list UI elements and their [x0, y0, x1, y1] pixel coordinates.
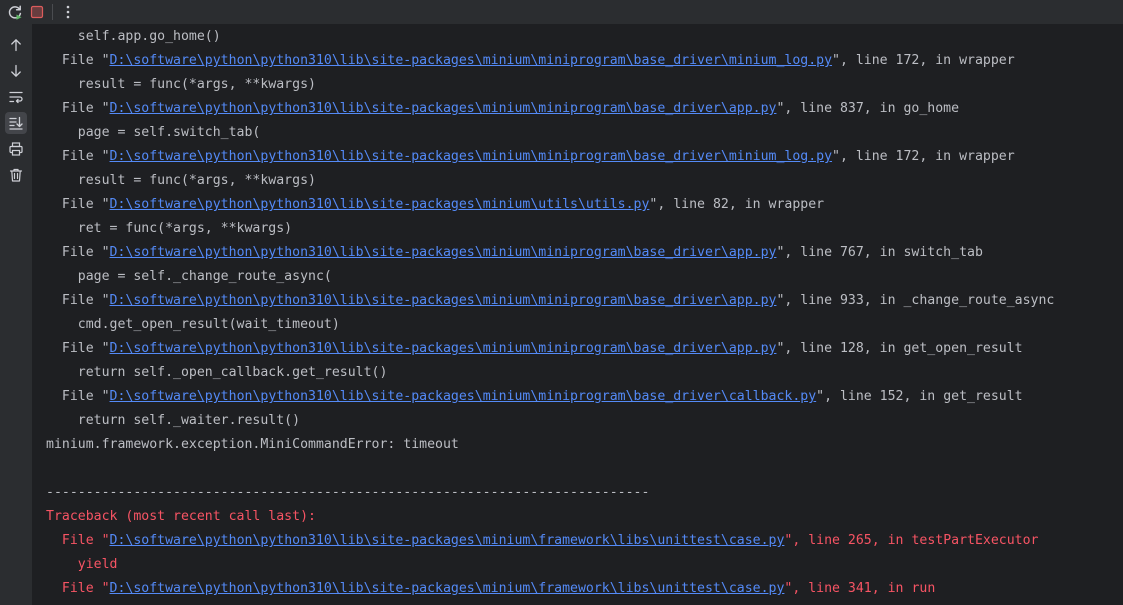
console-text: ", line 172, in wrapper [832, 149, 1015, 164]
console-text: yield [46, 557, 118, 572]
console-text: cmd.get_open_result(wait_timeout) [46, 317, 340, 332]
rerun-button[interactable] [4, 1, 26, 23]
soft-wrap-button[interactable] [5, 86, 27, 108]
console-text: ", line 837, in go_home [776, 101, 960, 116]
console-text: return self._open_callback.get_result() [46, 365, 388, 380]
file-path-link[interactable]: D:\software\python\python310\lib\site-pa… [110, 53, 833, 68]
console-text: File " [46, 341, 110, 356]
file-path-link[interactable]: D:\software\python\python310\lib\site-pa… [110, 197, 650, 212]
console-line: minium.framework.exception.MiniCommandEr… [46, 433, 1123, 457]
console-text: result = func(*args, **kwargs) [46, 173, 316, 188]
console-text: result = func(*args, **kwargs) [46, 77, 316, 92]
console-text: ", line 265, in testPartExecutor [784, 533, 1039, 548]
file-path-link[interactable]: D:\software\python\python310\lib\site-pa… [110, 149, 833, 164]
console-text: File " [46, 389, 110, 404]
console-line: page = self.switch_tab( [46, 121, 1123, 145]
console-line: return self._waiter.result() [46, 409, 1123, 433]
console-line: cmd.get_open_result(wait_timeout) [46, 313, 1123, 337]
console-sidebar [0, 24, 33, 605]
console-text: File " [46, 581, 110, 596]
console-text: page = self.switch_tab( [46, 125, 261, 140]
console-text: File " [46, 245, 110, 260]
console-line: File "D:\software\python\python310\lib\s… [46, 289, 1123, 313]
clear-all-button[interactable] [5, 164, 27, 186]
console-text: ----------------------------------------… [46, 485, 650, 500]
arrow-down-icon [11, 64, 21, 77]
file-path-link[interactable]: D:\software\python\python310\lib\site-pa… [110, 341, 777, 356]
console-line: File "D:\software\python\python310\lib\s… [46, 337, 1123, 361]
console-line: File "D:\software\python\python310\lib\s… [46, 145, 1123, 169]
console-line: self.app.go_home() [46, 25, 1123, 49]
stop-button[interactable] [26, 1, 48, 23]
console-text: ", line 341, in run [784, 581, 936, 596]
console-output[interactable]: self.app.go_home() File "D:\software\pyt… [46, 25, 1123, 605]
console-text: File " [46, 293, 110, 308]
up-stack-trace-button[interactable] [5, 34, 27, 56]
down-stack-trace-button[interactable] [5, 60, 27, 82]
console-text: ", line 172, in wrapper [832, 53, 1015, 68]
console-line: File "D:\software\python\python310\lib\s… [46, 385, 1123, 409]
file-path-link[interactable]: D:\software\python\python310\lib\site-pa… [110, 245, 777, 260]
console-text: File " [46, 533, 110, 548]
scroll-to-end-icon [9, 116, 23, 130]
console-error-line: Traceback (most recent call last): [46, 505, 1123, 529]
console-text: page = self._change_route_async( [46, 269, 332, 284]
console-text: minium.framework.exception.MiniCommandEr… [46, 437, 459, 452]
console-line: result = func(*args, **kwargs) [46, 73, 1123, 97]
console-text: ", line 128, in get_open_result [776, 341, 1023, 356]
console-line: ----------------------------------------… [46, 481, 1123, 505]
rerun-icon [8, 5, 22, 20]
stop-icon [30, 5, 44, 19]
file-path-link[interactable]: D:\software\python\python310\lib\site-pa… [110, 293, 777, 308]
console-text: File " [46, 149, 110, 164]
file-path-link[interactable]: D:\software\python\python310\lib\site-pa… [110, 389, 817, 404]
console-line: File "D:\software\python\python310\lib\s… [46, 241, 1123, 265]
console-text: ret = func(*args, **kwargs) [46, 221, 293, 236]
console-error-line: File "D:\software\python\python310\lib\s… [46, 529, 1123, 553]
console-error-line: yield [46, 553, 1123, 577]
arrow-up-icon [11, 39, 21, 52]
run-tool-window: self.app.go_home() File "D:\software\pyt… [0, 0, 1123, 605]
console-line: return self._open_callback.get_result() [46, 361, 1123, 385]
print-button[interactable] [5, 138, 27, 160]
toolbar-divider [52, 4, 53, 20]
console-text: return self._waiter.result() [46, 413, 301, 428]
file-path-link[interactable]: D:\software\python\python310\lib\site-pa… [110, 101, 777, 116]
console-text: ", line 152, in get_result [816, 389, 1023, 404]
console-line: File "D:\software\python\python310\lib\s… [46, 193, 1123, 217]
console-text: File " [46, 197, 110, 212]
console-line: ret = func(*args, **kwargs) [46, 217, 1123, 241]
console-text: File " [46, 101, 110, 116]
file-path-link[interactable]: D:\software\python\python310\lib\site-pa… [110, 581, 785, 596]
file-path-link[interactable]: D:\software\python\python310\lib\site-pa… [110, 533, 785, 548]
more-options-button[interactable] [57, 1, 79, 23]
more-vertical-icon [66, 5, 70, 19]
console-line: File "D:\software\python\python310\lib\s… [46, 49, 1123, 73]
console-text: ", line 82, in wrapper [649, 197, 825, 212]
console-text: ", line 933, in _change_route_async [776, 293, 1055, 308]
console-line: page = self._change_route_async( [46, 265, 1123, 289]
console-text: self.app.go_home() [46, 29, 221, 44]
console-error-line: File "D:\software\python\python310\lib\s… [46, 577, 1123, 601]
run-toolbar [0, 0, 1123, 24]
console-line: File "D:\software\python\python310\lib\s… [46, 97, 1123, 121]
console-text: ", line 767, in switch_tab [776, 245, 983, 260]
print-icon [9, 142, 23, 156]
console-text: File " [46, 53, 110, 68]
trash-icon [9, 168, 23, 182]
soft-wrap-icon [9, 91, 23, 104]
scroll-to-end-button[interactable] [5, 112, 27, 134]
console-line: result = func(*args, **kwargs) [46, 169, 1123, 193]
console-text: Traceback (most recent call last): [46, 509, 316, 524]
